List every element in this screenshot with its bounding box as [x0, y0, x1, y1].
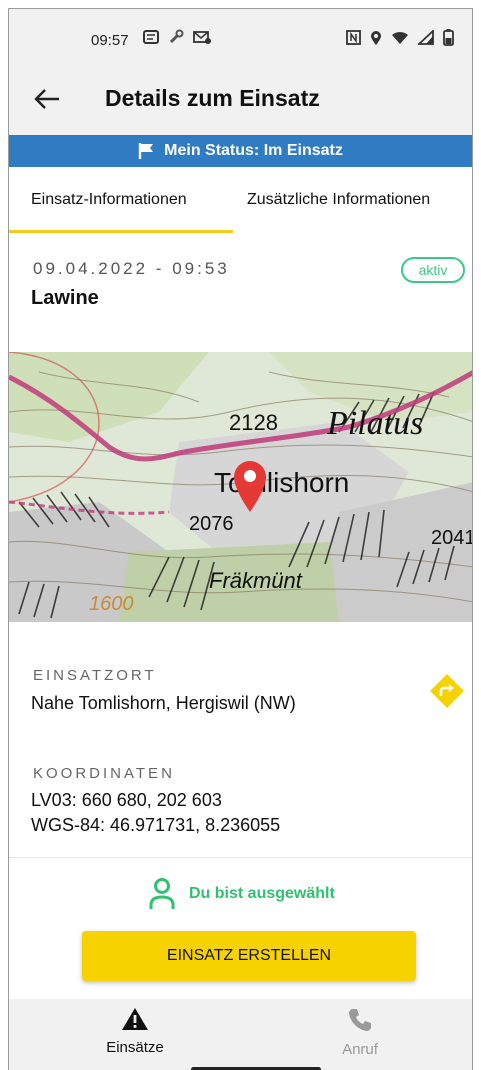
nav-item-anruf[interactable]: Anruf	[300, 1007, 420, 1058]
mail-icon	[193, 31, 211, 44]
coordinates-label: KOORDINATEN	[33, 765, 175, 782]
map-label-2128: 2128	[229, 410, 278, 435]
incident-datetime: 09.04.2022 - 09:53	[33, 259, 230, 278]
flag-icon	[138, 143, 154, 159]
status-time: 09:57	[91, 32, 129, 49]
battery-icon	[443, 29, 454, 46]
active-tab-indicator	[9, 230, 233, 233]
create-incident-button[interactable]: EINSATZ ERSTELLEN	[82, 931, 416, 981]
map-label-1600: 1600	[89, 593, 134, 615]
wifi-icon	[392, 31, 408, 44]
back-arrow-icon[interactable]	[33, 87, 61, 111]
topographic-map: 2128 Pilatus Tomlishorn 2076 2041 Fräkmü…	[9, 352, 473, 622]
phone-frame: 09:57 Details zum Einsatz Mein Status: I…	[8, 8, 473, 1070]
status-badge: aktiv	[401, 257, 465, 283]
signal-icon	[418, 30, 434, 45]
divider	[9, 857, 472, 858]
tab-zusaetzliche-informationen[interactable]: Zusätzliche Informationen	[247, 167, 430, 233]
coordinates-lv03: LV03: 660 680, 202 603	[31, 790, 222, 810]
selected-text: Du bist ausgewählt	[189, 885, 335, 902]
map-label-pilatus: Pilatus	[326, 405, 423, 442]
map-label-2076: 2076	[189, 513, 234, 535]
notification-icons	[143, 29, 211, 45]
incident-type: Lawine	[31, 287, 99, 309]
my-status-banner[interactable]: Mein Status: Im Einsatz	[9, 135, 472, 167]
nfc-icon	[346, 30, 361, 45]
nav-label-einsaetze: Einsätze	[106, 1039, 164, 1056]
page-title: Details zum Einsatz	[105, 85, 320, 111]
map-label-tomlishorn: Tomlishorn	[214, 467, 349, 498]
my-status-text: Mein Status: Im Einsatz	[164, 142, 343, 159]
warning-icon	[122, 1008, 148, 1030]
status-bar: 09:57	[9, 9, 472, 63]
app-bar: Details zum Einsatz	[9, 63, 472, 135]
phone-icon	[349, 1009, 371, 1031]
person-icon	[149, 878, 175, 909]
incident-map[interactable]: 2128 Pilatus Tomlishorn 2076 2041 Fräkmü…	[9, 352, 473, 622]
nav-label-anruf: Anruf	[342, 1041, 378, 1058]
system-icons	[346, 29, 454, 46]
tab-einsatz-informationen[interactable]: Einsatz-Informationen	[31, 167, 187, 233]
nav-item-einsaetze[interactable]: Einsätze	[75, 1007, 195, 1056]
navigate-directions-icon[interactable]	[427, 671, 467, 711]
location-icon	[371, 30, 381, 45]
message-icon	[143, 30, 159, 44]
map-label-fraekmuent: Fräkmünt	[209, 568, 303, 593]
tab-bar: Einsatz-Informationen Zusätzliche Inform…	[9, 167, 472, 233]
wrench-icon	[169, 29, 184, 44]
selected-indicator: Du bist ausgewählt	[149, 877, 335, 911]
location-label: EINSATZORT	[33, 667, 157, 684]
location-value: Nahe Tomlishorn, Hergiswil (NW)	[31, 693, 296, 713]
map-label-2041: 2041	[431, 527, 473, 549]
bottom-navigation: Einsätze Anruf	[9, 999, 472, 1070]
coordinates-wgs84: WGS-84: 46.971731, 8.236055	[31, 815, 281, 835]
